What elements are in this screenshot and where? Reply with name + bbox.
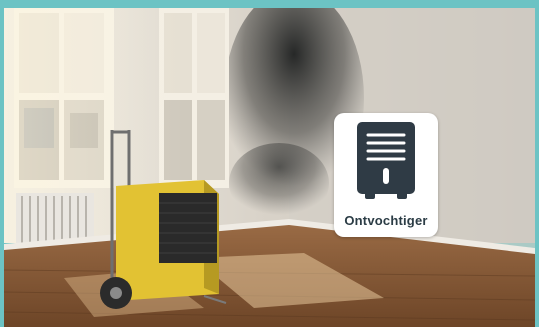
dehumidifier-badge: Ontvochtiger (334, 113, 438, 237)
image-frame: Ontvochtiger (0, 8, 539, 327)
badge-label: Ontvochtiger (344, 213, 428, 228)
room-photo (4, 8, 535, 327)
dehumidifier-icon (357, 122, 415, 200)
